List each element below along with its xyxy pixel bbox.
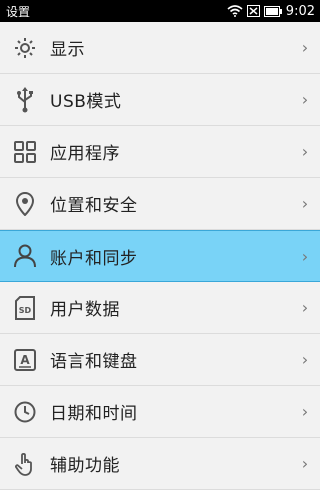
settings-item-date-time[interactable]: 日期和时间 › [0,386,320,438]
chevron-right-icon: › [301,402,309,421]
clock-icon [0,401,50,423]
chevron-right-icon: › [301,90,309,109]
settings-item-label: 账户和同步 [50,248,138,269]
chevron-right-icon: › [301,38,309,57]
chevron-right-icon: › [301,142,309,161]
chevron-right-icon: › [301,454,309,473]
settings-item-location-security[interactable]: 位置和安全 › [0,178,320,230]
settings-item-label: USB模式 [50,92,122,112]
settings-item-label: 用户数据 [50,300,120,320]
settings-item-label: 位置和安全 [50,196,138,216]
wifi-icon [227,5,243,17]
status-title: 设置 [6,4,31,19]
brightness-icon [0,37,50,59]
chevron-right-icon: › [301,246,309,266]
apps-grid-icon [0,140,50,163]
settings-item-usb[interactable]: USB模式 › [0,74,320,126]
battery-icon [263,5,282,17]
usb-icon [0,86,50,113]
svg-text:SD: SD [19,306,32,315]
settings-item-label: 显示 [50,40,85,60]
chevron-right-icon: › [301,350,309,369]
location-pin-icon [0,191,50,216]
settings-item-display[interactable]: 显示 › [0,22,320,74]
settings-item-accessibility[interactable]: 辅助功能 › [0,438,320,490]
sd-card-icon: SD [0,295,50,320]
language-keyboard-icon: A [0,348,50,371]
person-icon [0,244,50,268]
chevron-right-icon: › [301,298,309,317]
settings-list: 显示 › USB模式 › 应用程序 › 位置和安全 › 账户和同步 › SD 用… [0,22,320,490]
settings-item-label: 日期和时间 [50,404,138,424]
settings-item-accounts-sync[interactable]: 账户和同步 › [0,230,320,282]
settings-item-user-data[interactable]: SD 用户数据 › [0,282,320,334]
status-icons: 9:02 [227,4,315,19]
settings-item-label: 语言和键盘 [50,352,138,372]
svg-text:A: A [20,353,30,367]
no-signal-icon [246,5,260,17]
chevron-right-icon: › [301,194,309,213]
settings-item-label: 辅助功能 [50,456,120,476]
settings-item-label: 应用程序 [50,144,120,164]
settings-item-language-keyboard[interactable]: A 语言和键盘 › [0,334,320,386]
status-time: 9:02 [285,3,315,19]
settings-item-apps[interactable]: 应用程序 › [0,126,320,178]
hand-pointer-icon [0,452,50,476]
status-bar: 设置 9:02 [0,0,320,22]
